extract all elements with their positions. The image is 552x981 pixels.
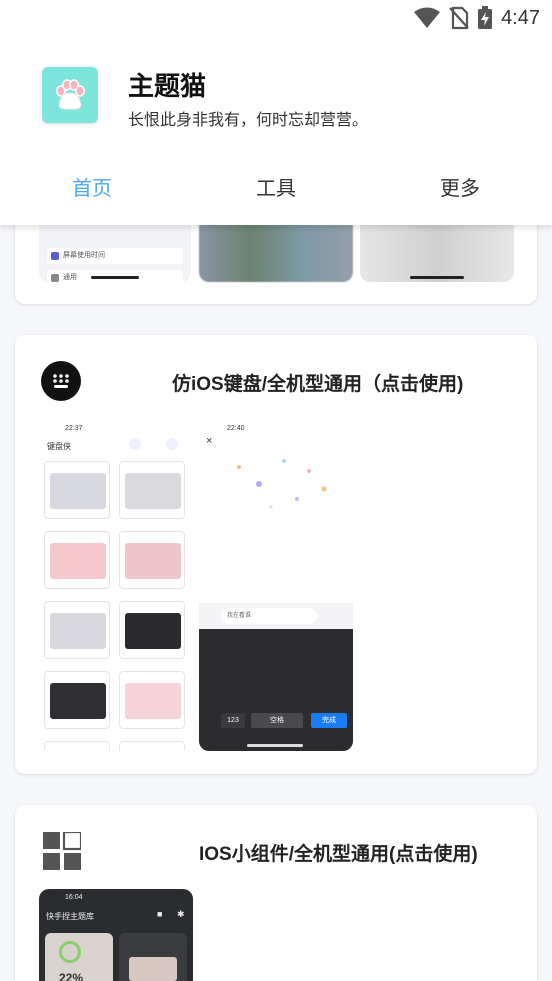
preview-screenshot: 22:40 × 我在看谁 空格 完成 123 [199,419,353,751]
theme-card-widgets[interactable]: IOS小组件/全机型通用(点击使用) 16:04 快手捏主题库 ■ ✱ 22% [15,805,537,981]
widgets-grid-icon [43,832,81,870]
preview-screenshot: 16:04 快手捏主题库 ■ ✱ 22% [39,889,193,981]
enter-key: 完成 [311,713,347,728]
paw-icon [56,79,85,110]
keyboard-theme-thumb[interactable] [44,531,110,589]
keyboard-theme-thumb[interactable] [119,601,185,659]
widget-thumb[interactable] [119,933,187,981]
card-title: 仿iOS键盘/全机型通用（点击使用) [172,374,464,395]
shop-icon [129,438,141,450]
app-logo [42,67,98,123]
preview-text: 通用 [63,274,77,281]
home-indicator [91,276,139,279]
keyboard-theme-thumb[interactable] [119,531,185,589]
status-icons: 4:47 [413,6,540,30]
gift-icon: ■ [157,909,163,919]
message-icon [166,438,178,450]
keyboard-icon [41,361,81,401]
tab-bar: 首页 工具 更多 [0,170,552,210]
widget-thumb[interactable]: 22% [45,933,113,981]
tab-more[interactable]: 更多 [368,170,552,210]
keyboard-theme-thumb[interactable] [44,601,110,659]
list-item: 屏幕使用时间 [47,248,183,264]
input-bar: 我在看谁 [199,603,353,629]
keyboard-theme-thumb[interactable] [119,461,185,519]
theme-card-keyboard[interactable]: 仿iOS键盘/全机型通用（点击使用) 22:37 键盘侠 22:40 × 我在看… [15,335,537,774]
keyboard-theme-thumb[interactable] [119,671,185,729]
preview-text: 屏幕使用时间 [63,252,105,259]
sparkles-decoration [237,459,327,509]
widget-value: 22% [59,971,84,981]
keyboard-theme-thumb[interactable] [44,741,110,751]
tab-tools[interactable]: 工具 [184,170,368,210]
photo-thumbnail [129,957,177,981]
app-title: 主题猫 [128,71,207,101]
battery-ring-icon [59,941,81,963]
home-indicator [410,276,464,279]
preview-input: 我在看谁 [221,608,317,624]
home-indicator [247,744,303,747]
no-sim-icon [449,6,469,30]
num-key: 123 [221,713,245,728]
card-title: IOS小组件/全机型通用(点击使用) [199,844,478,865]
preview-screenshot: 22:37 键盘侠 [39,419,191,751]
preview-time: 22:40 [227,425,245,432]
gear-icon [51,274,59,282]
wifi-icon [414,7,441,28]
battery-charging-icon [478,6,493,29]
preview-heading: 键盘侠 [47,442,71,451]
gear-icon: ✱ [177,909,185,919]
keyboard-theme-thumb[interactable] [119,741,185,751]
preview-time: 16:04 [65,894,83,901]
status-time: 4:47 [501,6,540,29]
ios-keyboard-preview [199,629,353,751]
tab-home[interactable]: 首页 [0,170,184,210]
keyboard-theme-thumb[interactable] [44,671,110,729]
space-key: 空格 [251,713,303,728]
preview-time: 22:37 [65,425,83,432]
hourglass-icon [51,252,59,260]
status-bar: 4:47 [0,0,552,38]
app-subtitle: 长恨此身非我有，何时忘却营营。 [128,112,369,129]
app-header: 主题猫 长恨此身非我有，何时忘却营营。 首页 工具 更多 [0,38,552,225]
close-icon: × [206,435,213,447]
keyboard-theme-thumb[interactable] [44,461,110,519]
preview-heading: 快手捏主题库 [46,912,94,921]
